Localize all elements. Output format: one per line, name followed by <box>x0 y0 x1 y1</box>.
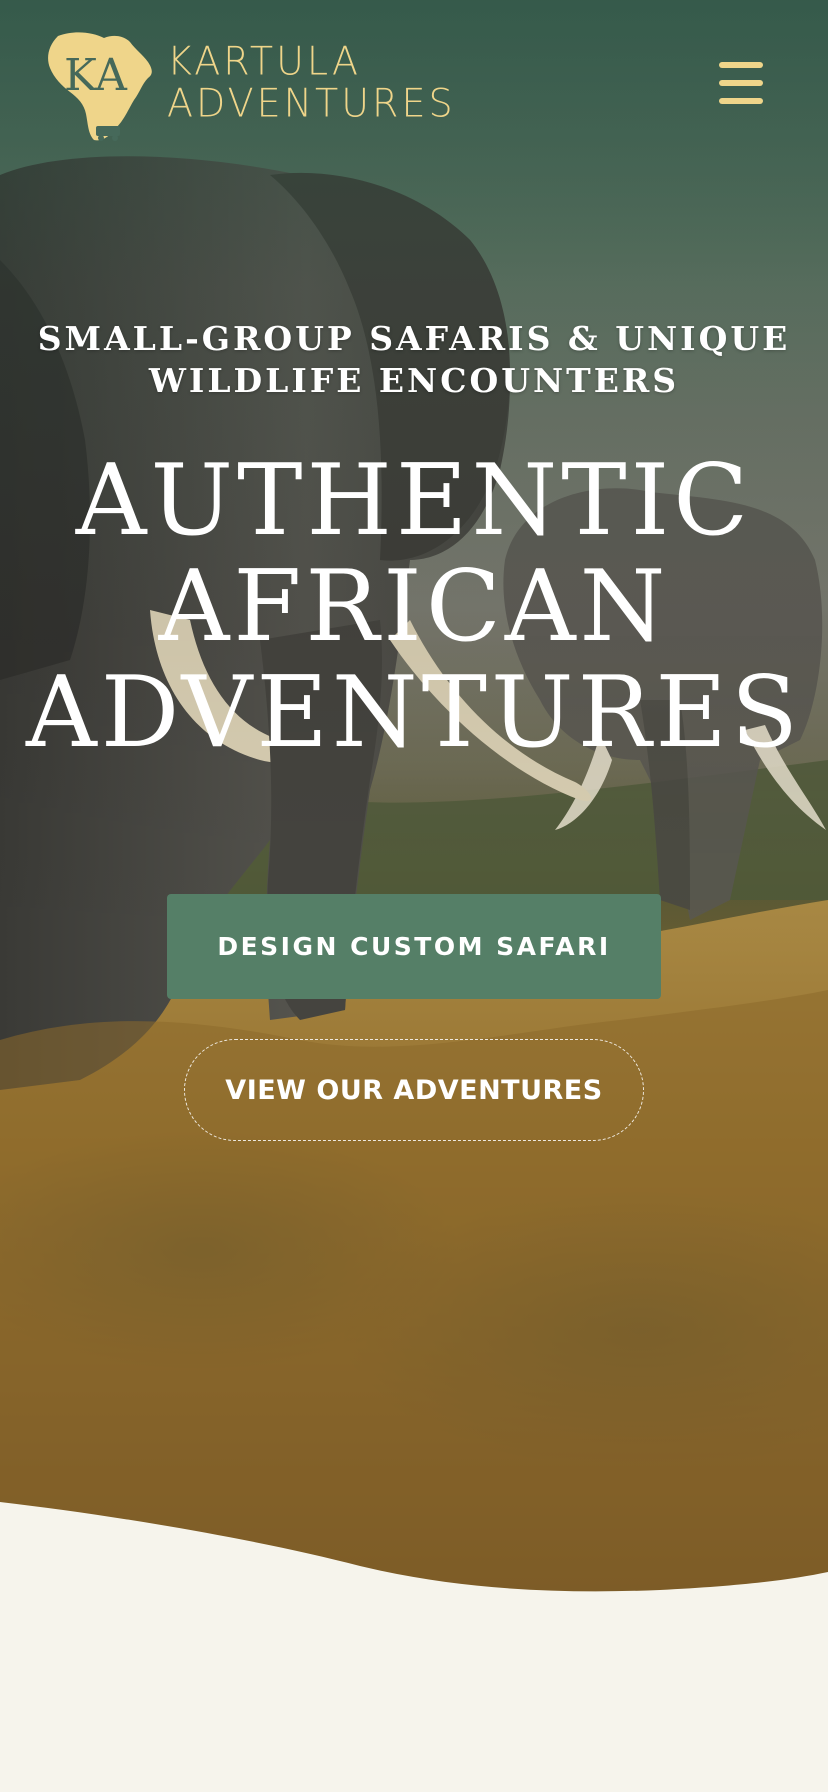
hero-headline-line-1: AUTHENTIC <box>75 444 753 558</box>
logo-monogram: KA <box>64 50 128 101</box>
menu-bar-top <box>719 62 763 68</box>
hero-subtitle: SMALL-GROUP SAFARIS & UNIQUE WILDLIFE EN… <box>20 318 808 402</box>
brand-line-2: ADVENTURES <box>167 80 456 126</box>
hero-subtitle-line-2: WILDLIFE ENCOUNTERS <box>148 361 680 400</box>
hamburger-menu-icon[interactable] <box>716 58 768 108</box>
hero-section <box>0 0 828 1600</box>
hero-overlay <box>0 0 828 1600</box>
menu-bar-middle <box>719 80 763 86</box>
hero-subtitle-line-1: SMALL-GROUP SAFARIS & UNIQUE <box>37 319 791 358</box>
africa-map-logo-icon[interactable]: KA <box>44 28 156 144</box>
hero-headline-line-2: AFRICAN <box>158 550 670 664</box>
brand-line-1: KARTULA <box>167 38 361 84</box>
hero-headline: AUTHENTIC AFRICAN ADVENTURES <box>20 448 808 766</box>
brand-name[interactable]: KARTULA ADVENTURES <box>167 38 456 126</box>
hero-headline-line-3: ADVENTURES <box>25 656 803 770</box>
menu-bar-bottom <box>719 98 763 104</box>
design-custom-safari-button[interactable]: DESIGN CUSTOM SAFARI <box>167 894 661 999</box>
view-our-adventures-button[interactable]: VIEW OUR ADVENTURES <box>184 1039 644 1141</box>
section-divider-wave <box>0 1502 828 1792</box>
